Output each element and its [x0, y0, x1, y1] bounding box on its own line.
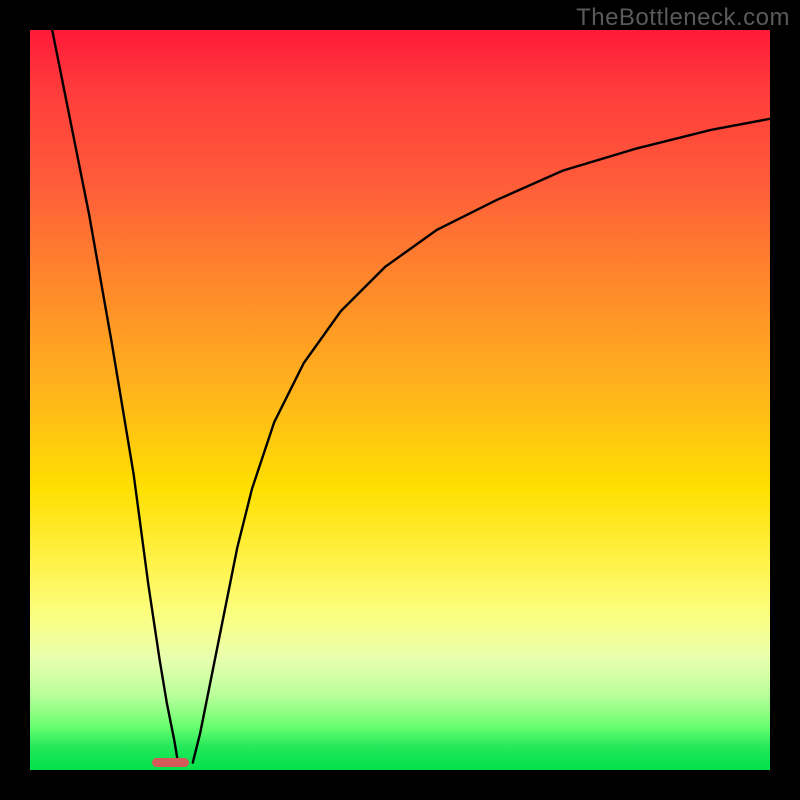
curve-right-branch: [193, 119, 770, 763]
curve-left-branch: [52, 30, 178, 763]
chart-frame: TheBottleneck.com: [0, 0, 800, 800]
curve-layer: [30, 30, 770, 770]
min-marker-pill: [152, 758, 189, 767]
plot-area: [30, 30, 770, 770]
watermark-text: TheBottleneck.com: [576, 4, 790, 32]
